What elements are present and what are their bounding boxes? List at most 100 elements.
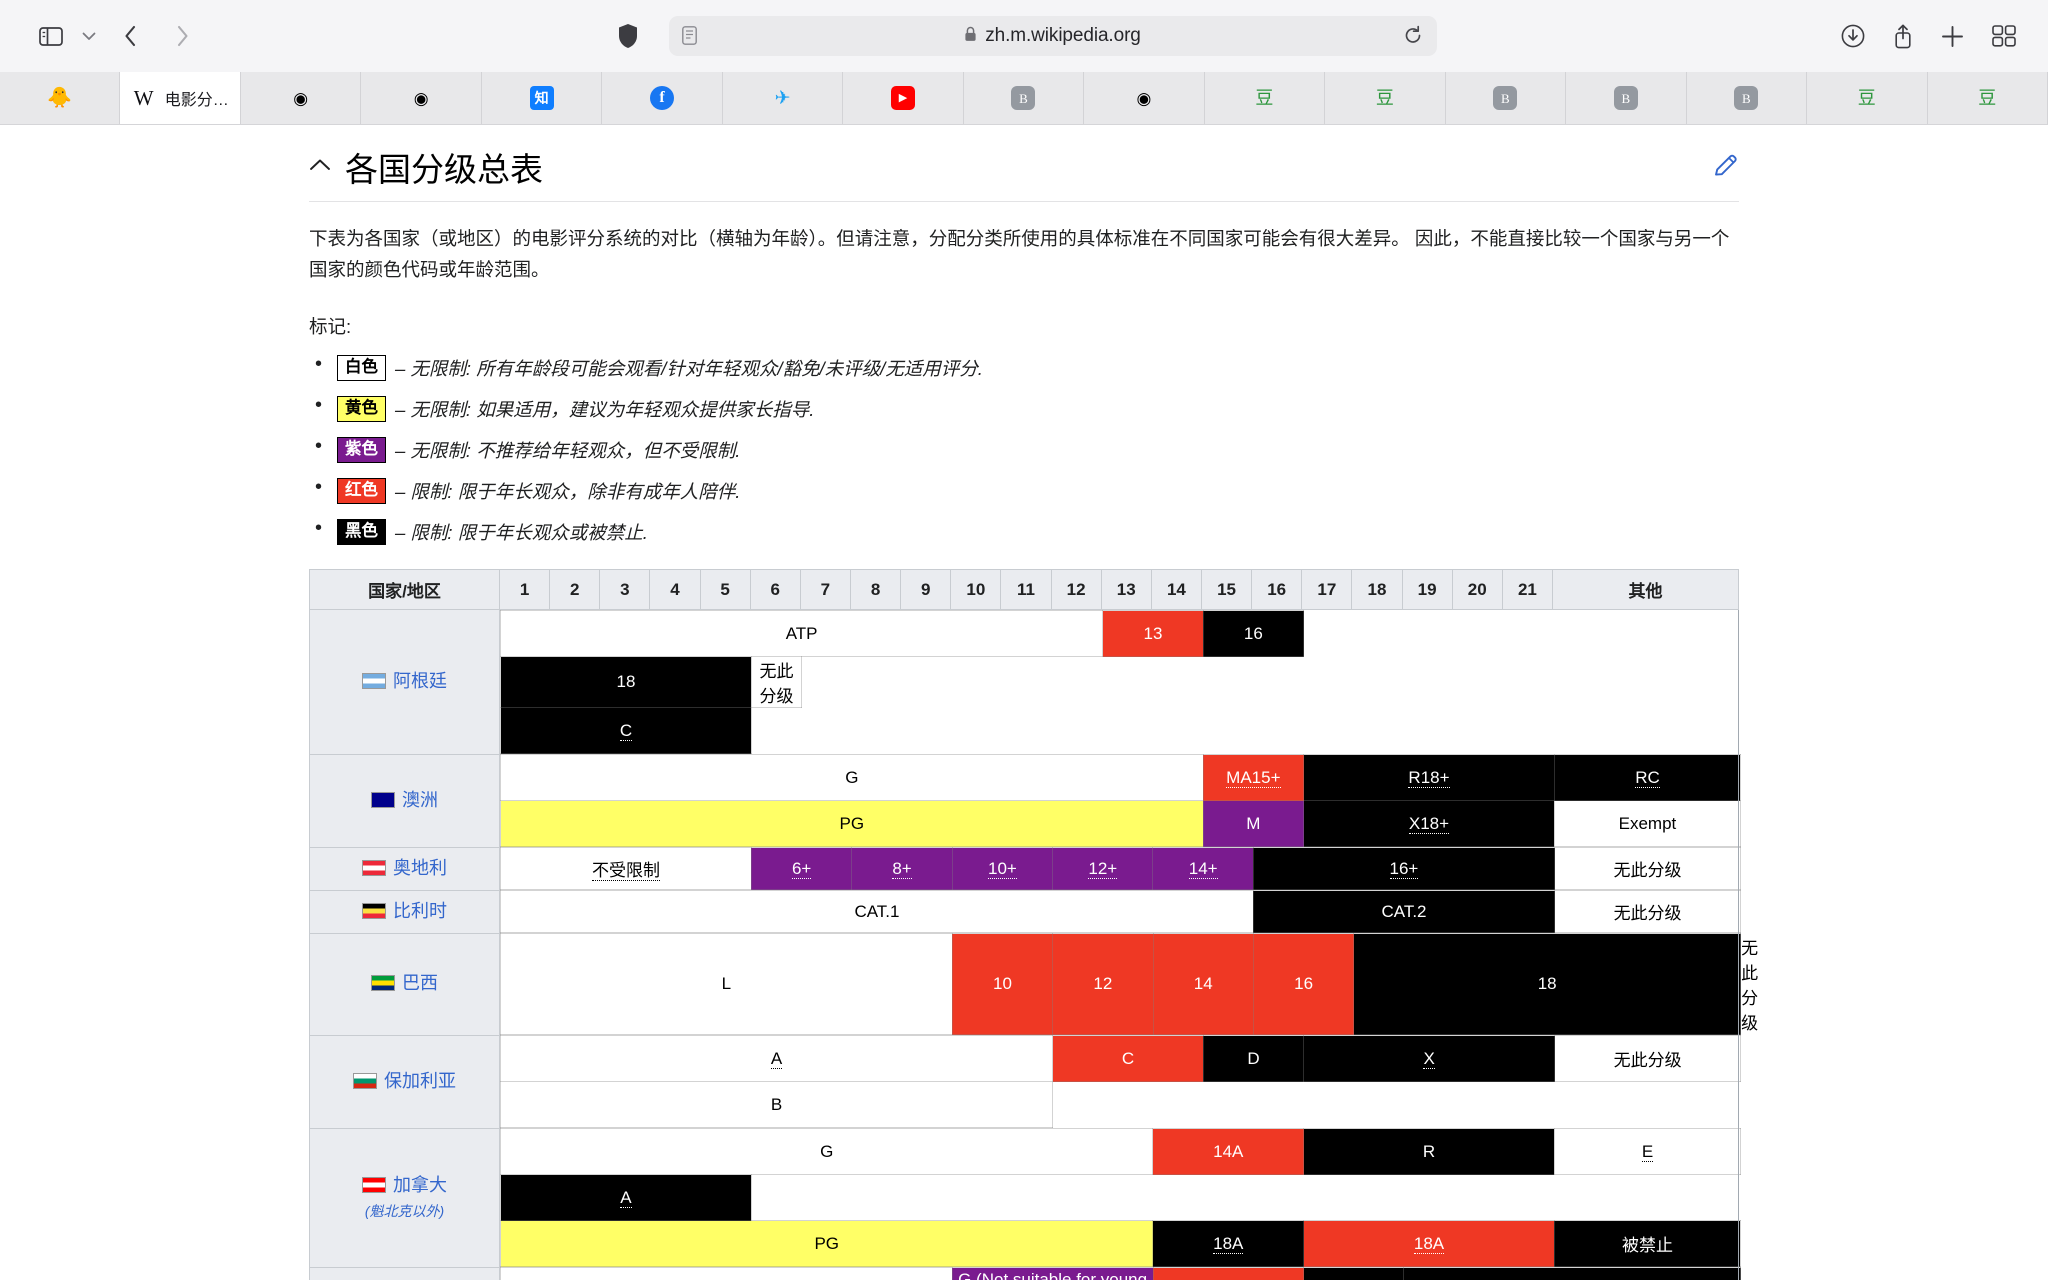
country-link[interactable]: 巴西: [402, 973, 438, 993]
tab-overview-icon[interactable]: [1992, 25, 2016, 47]
rating-label: 12+: [1088, 858, 1118, 879]
browser-tab[interactable]: ◉: [240, 72, 362, 124]
rating-label: G: [820, 1141, 834, 1161]
ratings-grid: A C D X 无此分级 B: [499, 1035, 1742, 1129]
rating-label: 6+: [791, 858, 812, 879]
rating-label: 无此分级: [1741, 939, 1759, 1034]
sidebar-toggle-icon[interactable]: [28, 16, 74, 56]
toolbar-center-group: zh.m.wikipedia.org: [208, 16, 1841, 56]
back-button[interactable]: [104, 16, 156, 56]
browser-tab[interactable]: B: [1686, 72, 1808, 124]
rating-cell: 18+: [1403, 1267, 1742, 1280]
browser-tab[interactable]: ▶: [843, 72, 964, 124]
facebook-icon: f: [650, 86, 675, 110]
rating-other-cell: RC: [1553, 754, 1741, 802]
browser-tab[interactable]: 🐥: [0, 72, 121, 124]
browser-tab[interactable]: ✈: [722, 72, 844, 124]
chevron-up-icon[interactable]: [309, 158, 331, 176]
rating-other-cell: 无此分级: [750, 656, 803, 709]
rating-cell: 10+: [951, 847, 1054, 891]
rating-cell: R: [1303, 1128, 1555, 1176]
browser-tab[interactable]: 豆: [1204, 72, 1326, 124]
ratings-cell-group: CAT.1 CAT.2 无此分级: [500, 890, 1742, 934]
browser-tab[interactable]: f: [602, 72, 723, 124]
flag-icon: [362, 859, 386, 876]
rating-cell: 16: [1202, 610, 1305, 658]
rating-label: X18+: [1408, 813, 1450, 834]
rating-cell: 12: [1052, 933, 1154, 1036]
country-link[interactable]: 加拿大: [393, 1175, 447, 1195]
legend-description: – 限制: 限于年长观众或被禁止.: [395, 522, 648, 544]
browser-tab[interactable]: B: [1566, 72, 1687, 124]
browser-tab[interactable]: W 电影分…: [120, 72, 241, 124]
rating-label: 13: [1143, 623, 1163, 643]
header-age-21: 21: [1501, 569, 1554, 611]
rating-cell: G: [499, 1128, 1154, 1176]
table-row: 巴西 L 10 12 14 16 18 无此分级: [309, 932, 1758, 1036]
bilibili-icon: B: [1011, 86, 1036, 110]
country-link[interactable]: 阿根廷: [393, 671, 447, 691]
edit-pencil-icon[interactable]: [1713, 152, 1739, 183]
rating-other-cell: E: [1553, 1128, 1741, 1176]
browser-tab[interactable]: 豆: [1807, 72, 1928, 124]
rating-cell: R18+: [1303, 754, 1555, 802]
browser-toolbar: zh.m.wikipedia.org: [0, 0, 2048, 72]
header-age-7: 7: [799, 569, 851, 611]
forward-button[interactable]: [156, 16, 208, 56]
rating-label: RC: [1635, 767, 1660, 788]
rating-cell: 16+: [1252, 847, 1556, 891]
rating-label: 无此分级: [1613, 1051, 1682, 1071]
address-bar[interactable]: zh.m.wikipedia.org: [668, 16, 1437, 56]
browser-tab[interactable]: B: [963, 72, 1085, 124]
rating-label: R18+: [1408, 767, 1450, 788]
rating-label: 12: [1093, 974, 1113, 994]
twitter-icon: ✈: [774, 87, 791, 109]
rating-label: 10: [992, 974, 1012, 994]
rating-cell: 18: [1353, 933, 1742, 1036]
browser-tab[interactable]: 豆: [1927, 72, 2048, 124]
rating-label: C: [1121, 1048, 1135, 1068]
country-link[interactable]: 澳洲: [402, 790, 438, 810]
rating-other-cell: 被禁止: [1553, 1220, 1741, 1268]
legend-swatch: 黄色: [337, 396, 386, 422]
rating-cell: X18+: [1303, 800, 1555, 848]
header-age-6: 6: [749, 569, 801, 611]
country-link[interactable]: 保加利亚: [384, 1071, 456, 1091]
ratings-grid: ATP 13 16 18 无此分级 C: [499, 610, 1741, 755]
weibo-icon: ◉: [413, 88, 429, 108]
header-age-4: 4: [649, 569, 701, 611]
country-link[interactable]: 奥地利: [393, 858, 447, 878]
chevron-down-icon[interactable]: [74, 16, 104, 56]
country-subtitle: (魁北克以外): [364, 1203, 445, 1220]
rating-cell: 14A: [1152, 1128, 1305, 1176]
url-display[interactable]: zh.m.wikipedia.org: [683, 25, 1423, 47]
table-row: 加拿大魁北克G G (Not suitable for young childre…: [309, 1266, 1742, 1280]
reader-view-icon[interactable]: [681, 26, 697, 50]
share-icon[interactable]: [1893, 24, 1913, 49]
header-age-9: 9: [900, 569, 952, 611]
browser-tab[interactable]: 知: [481, 72, 603, 124]
weibo-icon: ◉: [293, 88, 309, 108]
downloads-icon[interactable]: [1841, 24, 1865, 48]
bilibili-icon: B: [1613, 86, 1638, 110]
header-age-16: 16: [1251, 569, 1303, 611]
browser-tab[interactable]: 豆: [1325, 72, 1446, 124]
ratings-cell-group: A C D X 无此分级 B: [499, 1035, 1742, 1129]
browser-tab[interactable]: B: [1445, 72, 1567, 124]
rating-label: 18A: [1413, 1233, 1445, 1254]
rating-label: 16: [1243, 623, 1263, 643]
country-link[interactable]: 比利时: [393, 901, 447, 921]
rating-cell: 不受限制: [500, 847, 752, 891]
bilibili-icon: B: [1734, 86, 1759, 110]
reload-icon[interactable]: [1403, 25, 1423, 51]
ratings-cell-group: ATP 13 16 18 无此分级 C: [499, 610, 1741, 755]
browser-tab[interactable]: ◉: [361, 72, 482, 124]
shield-privacy-icon[interactable]: [613, 18, 643, 54]
legend-description: – 限制: 限于年长观众，除非有成年人陪伴.: [395, 481, 741, 503]
flag-icon: [362, 1177, 386, 1194]
browser-tab[interactable]: ◉: [1084, 72, 1205, 124]
flag-icon: [353, 1072, 377, 1089]
new-tab-icon[interactable]: [1941, 25, 1964, 48]
rating-label: CAT.2: [1381, 901, 1427, 921]
header-other: 其他: [1552, 569, 1739, 611]
